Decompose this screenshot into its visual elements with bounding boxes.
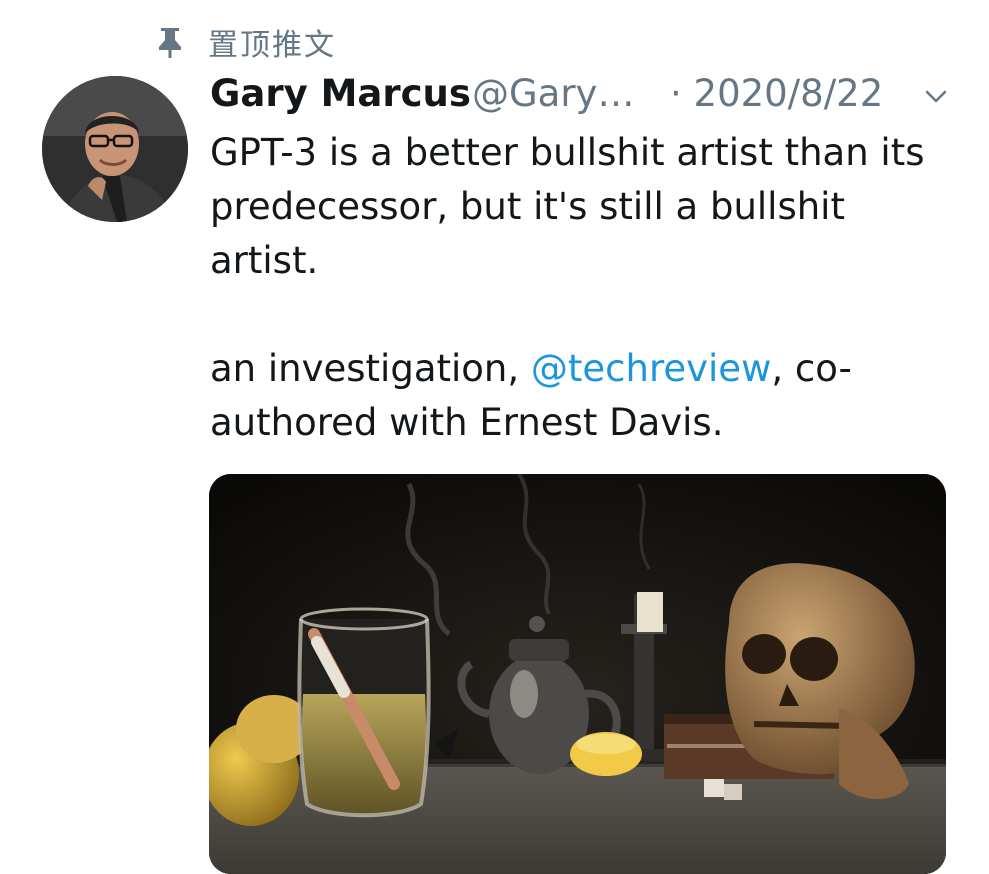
tweet-line: authored with Ernest Davis.: [210, 401, 724, 444]
tweet-line: GPT-3 is a better bullshit artist than i…: [210, 131, 925, 174]
tweet-line: predecessor, but it's still a bullshit: [210, 185, 845, 228]
pinned-indicator: 置顶推文: [150, 20, 336, 64]
pinned-label: 置顶推文: [208, 28, 336, 63]
author-handle[interactable]: @Gary…: [472, 72, 634, 115]
mention-link[interactable]: @techreview: [531, 347, 771, 390]
chevron-down-icon[interactable]: [922, 82, 950, 110]
avatar[interactable]: [42, 76, 188, 222]
author-name[interactable]: Gary Marcus: [210, 72, 471, 115]
tweet-media-image[interactable]: [209, 474, 946, 874]
pin-icon: [150, 22, 190, 62]
tweet-header: Gary Marcus @Gary… · 2020/8/22: [210, 70, 955, 122]
tweet-date[interactable]: · 2020/8/22: [670, 72, 883, 115]
tweet-text: GPT-3 is a better bullshit artist than i…: [210, 126, 970, 450]
tweet-text-segment: an investigation,: [210, 347, 531, 390]
tweet-line: an investigation, @techreview, co-: [210, 342, 970, 396]
tweet-text-segment: , co-: [771, 347, 852, 390]
tweet-line: artist.: [210, 239, 319, 282]
